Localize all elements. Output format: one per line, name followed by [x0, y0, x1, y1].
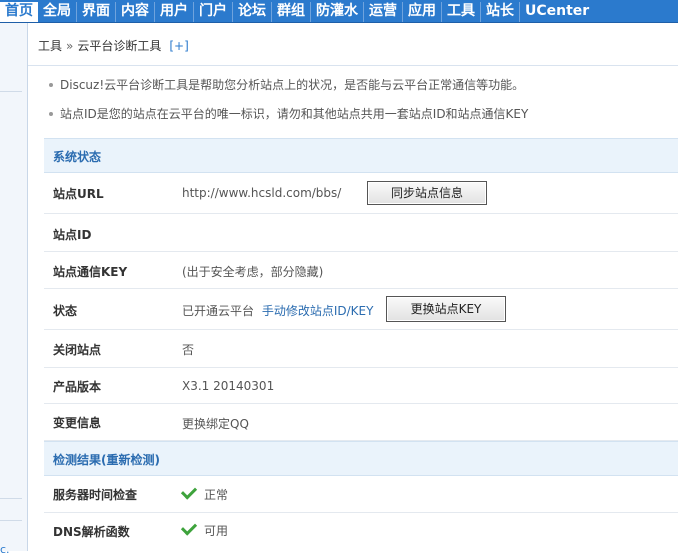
change-bound-qq-link[interactable]: 更换绑定QQ	[182, 415, 249, 432]
status-value: 已开通云平台 手动修改站点ID/KEY	[182, 302, 373, 319]
table-row-site-id: 站点ID	[44, 214, 678, 252]
row-label: 站点URL	[53, 187, 104, 201]
server-time-result: 正常	[180, 483, 229, 503]
close-site-value: 否	[182, 343, 195, 357]
check-icon	[180, 483, 198, 500]
change-site-key-button[interactable]: 更换站点KEY	[386, 296, 506, 322]
tip-item: Discuz!云平台诊断工具是帮助您分析站点上的状况，是否能与云平台正常通信等功…	[49, 71, 678, 100]
edit-site-id-key-link[interactable]: 手动修改站点ID/KEY	[262, 304, 374, 318]
section-header-check-results: 检测结果(重新检测)	[44, 441, 678, 476]
table-row-close-site: 关闭站点 否	[44, 330, 678, 368]
main-content: Discuz!云平台诊断工具是帮助您分析站点上的状况，是否能与云平台正常通信等功…	[44, 66, 678, 539]
recheck-link[interactable]: 检测结果(重新检测)	[53, 451, 160, 468]
sidebar-divider	[0, 91, 22, 92]
row-label: 站点ID	[53, 228, 92, 242]
table-row-dns: DNS解析函数 可用	[44, 513, 678, 549]
sidebar-divider	[0, 498, 22, 499]
nav-item-portal[interactable]: 门户	[194, 2, 233, 22]
section-title: 系统状态	[53, 150, 102, 164]
row-label: 服务器时间检查	[53, 488, 138, 502]
row-label: DNS解析函数	[53, 525, 130, 539]
table-row-change-info: 变更信息 更换绑定QQ	[44, 404, 678, 441]
nav-item-tools[interactable]: 工具	[442, 2, 481, 22]
status-text: 已开通云平台	[182, 304, 255, 318]
sidebar-text[interactable]: c.	[0, 543, 10, 556]
top-nav: 首页 全局 界面 内容 用户 门户 论坛 群组 防灌水 运营 应用 工具 站长 …	[0, 0, 678, 23]
tips-list: Discuz!云平台诊断工具是帮助您分析站点上的状况，是否能与云平台正常通信等功…	[44, 71, 678, 129]
dns-result: 可用	[180, 519, 229, 539]
site-url-value: http://www.hcsld.com/bbs/	[182, 186, 342, 200]
nav-item-operations[interactable]: 运营	[364, 2, 403, 22]
nav-item-apps[interactable]: 应用	[403, 2, 442, 22]
row-label: 状态	[53, 304, 78, 318]
nav-item-ucenter[interactable]: UCenter	[520, 2, 594, 22]
table-row-site-key: 站点通信KEY (出于安全考虑，部分隐藏)	[44, 252, 678, 289]
section-header-system-status: 系统状态	[44, 138, 678, 173]
check-icon	[180, 519, 198, 536]
table-row-version: 产品版本 X3.1 20140301	[44, 368, 678, 404]
site-key-value: (出于安全考虑，部分隐藏)	[182, 265, 324, 279]
server-time-value: 正常	[204, 488, 229, 502]
add-shortcut-link[interactable]: [+]	[169, 39, 188, 53]
diagnostics-table: 系统状态 站点URL http://www.hcsld.com/bbs/ 同步站…	[44, 138, 678, 549]
breadcrumb-current: 云平台诊断工具	[77, 39, 162, 53]
nav-item-groups[interactable]: 群组	[272, 2, 311, 22]
nav-item-antispam[interactable]: 防灌水	[311, 2, 364, 22]
sidebar-divider	[0, 520, 22, 521]
table-row-site-url: 站点URL http://www.hcsld.com/bbs/ 同步站点信息	[44, 173, 678, 214]
sync-site-info-button[interactable]: 同步站点信息	[367, 181, 487, 205]
nav-item-users[interactable]: 用户	[155, 2, 194, 22]
version-value: X3.1 20140301	[182, 379, 275, 393]
nav-item-home[interactable]: 首页	[0, 2, 38, 22]
dns-value: 可用	[204, 524, 229, 538]
nav-item-content[interactable]: 内容	[116, 2, 155, 22]
nav-item-global[interactable]: 全局	[38, 2, 77, 22]
breadcrumb: 工具 » 云平台诊断工具 [+]	[38, 37, 189, 54]
table-row-status: 状态 已开通云平台 手动修改站点ID/KEY 更换站点KEY	[44, 289, 678, 330]
nav-item-interface[interactable]: 界面	[77, 2, 116, 22]
row-label: 产品版本	[53, 380, 102, 394]
row-label: 站点通信KEY	[53, 265, 128, 279]
row-label: 变更信息	[53, 416, 102, 430]
breadcrumb-separator: »	[66, 39, 74, 53]
nav-item-webmaster[interactable]: 站长	[481, 2, 520, 22]
table-row-server-time: 服务器时间检查 正常	[44, 476, 678, 513]
row-label: 关闭站点	[53, 343, 102, 357]
left-sidebar: c.	[0, 23, 28, 556]
nav-item-forum[interactable]: 论坛	[233, 2, 272, 22]
breadcrumb-bar: 工具 » 云平台诊断工具 [+]	[28, 23, 678, 66]
tip-item: 站点ID是您的站点在云平台的唯一标识，请勿和其他站点共用一套站点ID和站点通信K…	[49, 100, 678, 129]
breadcrumb-root[interactable]: 工具	[38, 39, 62, 53]
